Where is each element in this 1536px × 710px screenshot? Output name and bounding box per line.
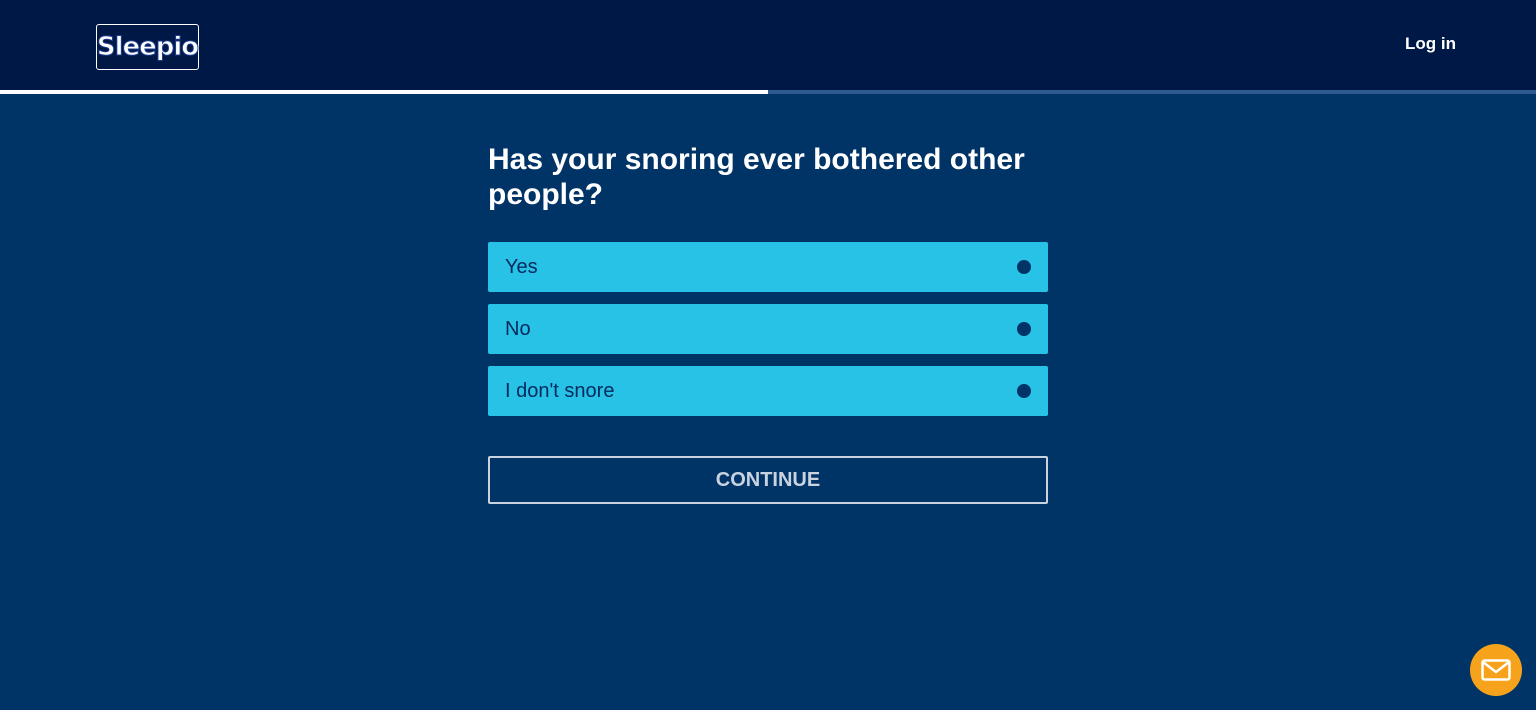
- logo-text: Sleepio: [96, 32, 199, 62]
- chat-button[interactable]: [1470, 644, 1522, 696]
- question-title: Has your snoring ever bothered other peo…: [488, 143, 1025, 211]
- mail-icon: [1481, 659, 1511, 681]
- sleepio-logo[interactable]: Sleepio: [96, 24, 200, 70]
- option-label: No: [505, 317, 531, 340]
- login-link[interactable]: Log in: [1405, 34, 1456, 54]
- option-no[interactable]: No: [488, 304, 1048, 354]
- header: Sleepio Log in: [0, 0, 1536, 90]
- progress-fill: [0, 90, 768, 94]
- radio-icon: [1017, 384, 1031, 398]
- continue-button[interactable]: CONTINUE: [488, 456, 1048, 504]
- option-label: Yes: [505, 255, 538, 278]
- option-dont-snore[interactable]: I don't snore: [488, 366, 1048, 416]
- radio-icon: [1017, 260, 1031, 274]
- option-yes[interactable]: Yes: [488, 242, 1048, 292]
- radio-icon: [1017, 322, 1031, 336]
- option-label: I don't snore: [505, 379, 615, 402]
- answer-options: Yes No I don't snore: [488, 242, 1048, 428]
- progress-bar: [0, 90, 1536, 94]
